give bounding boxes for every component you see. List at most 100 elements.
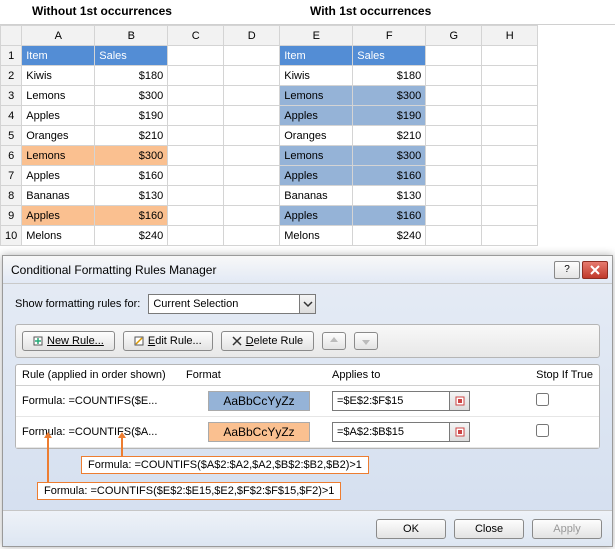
cell-F1[interactable]: Sales	[353, 46, 426, 66]
cell-G6[interactable]	[426, 146, 482, 166]
titlebar[interactable]: Conditional Formatting Rules Manager ?	[3, 256, 612, 284]
cell-H5[interactable]	[482, 126, 538, 146]
row-header-6[interactable]: 6	[1, 146, 22, 166]
cell-D10[interactable]	[224, 226, 280, 246]
cell-F7[interactable]: $160	[353, 166, 426, 186]
close-x-button[interactable]	[582, 261, 608, 279]
row-header-3[interactable]: 3	[1, 86, 22, 106]
cell-H3[interactable]	[482, 86, 538, 106]
row-header-2[interactable]: 2	[1, 66, 22, 86]
cell-G3[interactable]	[426, 86, 482, 106]
cell-B9[interactable]: $160	[95, 206, 168, 226]
applies-refedit[interactable]	[332, 391, 470, 411]
cell-H9[interactable]	[482, 206, 538, 226]
col-header-A[interactable]: A	[22, 26, 95, 46]
cell-A10[interactable]: Melons	[22, 226, 95, 246]
cell-C9[interactable]	[168, 206, 224, 226]
cell-B8[interactable]: $130	[95, 186, 168, 206]
col-header-G[interactable]: G	[426, 26, 482, 46]
cell-F4[interactable]: $190	[353, 106, 426, 126]
range-picker-icon[interactable]	[449, 392, 469, 410]
cell-G5[interactable]	[426, 126, 482, 146]
delete-rule-button[interactable]: Delete Rule	[221, 331, 315, 351]
cell-G2[interactable]	[426, 66, 482, 86]
cell-A6[interactable]: Lemons	[22, 146, 95, 166]
scope-input[interactable]	[149, 295, 299, 313]
cell-A1[interactable]: Item	[22, 46, 95, 66]
cell-G4[interactable]	[426, 106, 482, 126]
cell-A7[interactable]: Apples	[22, 166, 95, 186]
cell-H7[interactable]	[482, 166, 538, 186]
cell-F6[interactable]: $300	[353, 146, 426, 166]
ok-button[interactable]: OK	[376, 519, 446, 539]
cell-H8[interactable]	[482, 186, 538, 206]
cell-D3[interactable]	[224, 86, 280, 106]
new-rule-button[interactable]: New Rule...	[22, 331, 115, 351]
col-header-C[interactable]: C	[168, 26, 224, 46]
cell-H2[interactable]	[482, 66, 538, 86]
cell-F5[interactable]: $210	[353, 126, 426, 146]
range-picker-icon[interactable]	[449, 423, 469, 441]
cell-D2[interactable]	[224, 66, 280, 86]
row-header-7[interactable]: 7	[1, 166, 22, 186]
help-button[interactable]: ?	[554, 261, 580, 279]
rule-row-0[interactable]: Formula: =COUNTIFS($E... AaBbCcYyZz	[16, 386, 599, 417]
cell-B6[interactable]: $300	[95, 146, 168, 166]
col-header-F[interactable]: F	[353, 26, 426, 46]
stop-if-true-checkbox[interactable]	[536, 424, 549, 437]
cell-E1[interactable]: Item	[280, 46, 353, 66]
stop-if-true-checkbox[interactable]	[536, 393, 549, 406]
cell-F9[interactable]: $160	[353, 206, 426, 226]
cell-B7[interactable]: $160	[95, 166, 168, 186]
grid[interactable]: ABCDEFGH1ItemSalesItemSales2Kiwis$180Kiw…	[0, 25, 538, 246]
row-header-10[interactable]: 10	[1, 226, 22, 246]
cell-G8[interactable]	[426, 186, 482, 206]
cell-C1[interactable]	[168, 46, 224, 66]
cell-D5[interactable]	[224, 126, 280, 146]
cell-D7[interactable]	[224, 166, 280, 186]
corner-cell[interactable]	[1, 26, 22, 46]
cell-F8[interactable]: $130	[353, 186, 426, 206]
cell-C2[interactable]	[168, 66, 224, 86]
cell-G10[interactable]	[426, 226, 482, 246]
cell-D6[interactable]	[224, 146, 280, 166]
col-header-H[interactable]: H	[482, 26, 538, 46]
col-header-D[interactable]: D	[224, 26, 280, 46]
apply-button[interactable]: Apply	[532, 519, 602, 539]
cell-E6[interactable]: Lemons	[280, 146, 353, 166]
cell-F10[interactable]: $240	[353, 226, 426, 246]
row-header-1[interactable]: 1	[1, 46, 22, 66]
cell-A8[interactable]: Bananas	[22, 186, 95, 206]
cell-H10[interactable]	[482, 226, 538, 246]
cell-D1[interactable]	[224, 46, 280, 66]
cell-D9[interactable]	[224, 206, 280, 226]
cell-E2[interactable]: Kiwis	[280, 66, 353, 86]
cell-B1[interactable]: Sales	[95, 46, 168, 66]
chevron-down-icon[interactable]	[299, 295, 315, 313]
cell-E8[interactable]: Bananas	[280, 186, 353, 206]
row-header-4[interactable]: 4	[1, 106, 22, 126]
cell-D4[interactable]	[224, 106, 280, 126]
cell-E3[interactable]: Lemons	[280, 86, 353, 106]
close-button[interactable]: Close	[454, 519, 524, 539]
cell-E9[interactable]: Apples	[280, 206, 353, 226]
cell-B4[interactable]: $190	[95, 106, 168, 126]
move-down-button[interactable]	[354, 332, 378, 350]
cell-H4[interactable]	[482, 106, 538, 126]
applies-refedit[interactable]	[332, 422, 470, 442]
cell-B3[interactable]: $300	[95, 86, 168, 106]
cell-G1[interactable]	[426, 46, 482, 66]
row-header-5[interactable]: 5	[1, 126, 22, 146]
applies-input[interactable]	[333, 423, 449, 441]
cell-C4[interactable]	[168, 106, 224, 126]
cell-A9[interactable]: Apples	[22, 206, 95, 226]
cell-G7[interactable]	[426, 166, 482, 186]
cell-C10[interactable]	[168, 226, 224, 246]
cell-C8[interactable]	[168, 186, 224, 206]
cell-G9[interactable]	[426, 206, 482, 226]
move-up-button[interactable]	[322, 332, 346, 350]
cell-F3[interactable]: $300	[353, 86, 426, 106]
cell-A4[interactable]: Apples	[22, 106, 95, 126]
cell-E5[interactable]: Oranges	[280, 126, 353, 146]
col-header-E[interactable]: E	[280, 26, 353, 46]
